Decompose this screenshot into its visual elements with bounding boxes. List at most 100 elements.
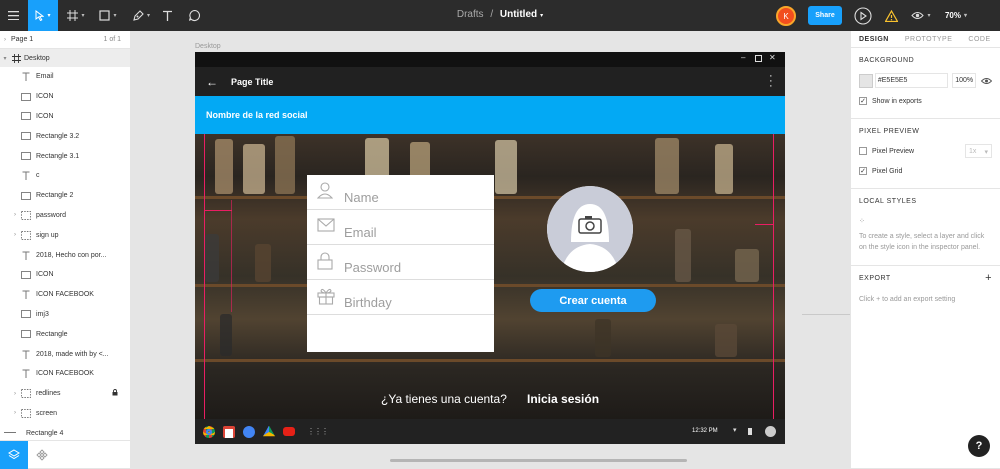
chevron-down-icon[interactable]: ▾ — [0, 55, 10, 62]
drive-icon[interactable] — [263, 425, 275, 437]
components-icon — [36, 449, 48, 461]
warning-button[interactable] — [883, 0, 899, 31]
chevron-right-icon[interactable]: › — [10, 410, 20, 416]
layer-row[interactable]: › screen — [10, 404, 130, 424]
pixel-preview-checkbox[interactable]: Pixel Preview 1x ▾ — [859, 143, 992, 159]
jar-decoration — [243, 144, 265, 194]
tab-design[interactable]: DESIGN — [851, 31, 897, 47]
layer-row[interactable]: c — [10, 166, 130, 186]
zoom-dropdown[interactable]: 70% ▾ — [940, 0, 972, 31]
lock-icon — [317, 252, 333, 270]
account-circle-icon[interactable] — [765, 426, 776, 437]
layer-row[interactable]: Email — [10, 67, 130, 87]
name-field[interactable]: Name — [307, 175, 494, 210]
layer-row[interactable]: 2018, made with by <... — [10, 344, 130, 364]
layer-row[interactable]: › password — [10, 206, 130, 226]
chrome-icon[interactable] — [203, 425, 215, 438]
app-launcher-icon[interactable]: ⋮⋮⋮ — [307, 427, 329, 436]
minimize-icon[interactable]: – — [741, 53, 745, 62]
layer-row[interactable]: › redlines — [10, 384, 130, 404]
present-button[interactable] — [852, 0, 874, 31]
tab-code[interactable]: CODE — [960, 31, 998, 47]
chevron-down-icon[interactable]: ▾ — [540, 13, 543, 19]
view-settings-button[interactable]: ▾ — [908, 0, 934, 31]
tab-prototype[interactable]: PROTOTYPE — [897, 31, 961, 47]
chevron-right-icon[interactable]: › — [10, 212, 20, 218]
color-swatch[interactable] — [859, 73, 873, 88]
login-link[interactable]: Inicia sesión — [527, 392, 599, 406]
create-account-button[interactable]: Crear cuenta — [530, 289, 656, 312]
layer-row[interactable]: ICON FACEBOOK — [10, 285, 130, 305]
desktop-frame[interactable]: – ✕ ← Page Title · · · Nombre de la red so… — [195, 52, 785, 444]
eye-icon[interactable] — [981, 77, 992, 85]
scale-value: 1x — [969, 148, 977, 155]
share-button[interactable]: Share — [808, 6, 842, 25]
birthday-field[interactable]: Birthday — [307, 280, 494, 315]
show-in-exports-checkbox[interactable]: ✓ Show in exports — [859, 93, 992, 109]
redline-guide — [231, 200, 232, 312]
close-icon[interactable]: ✕ — [769, 53, 776, 62]
lock-icon[interactable] — [112, 389, 118, 398]
user-avatar[interactable]: K — [776, 6, 796, 26]
layer-row[interactable]: ICON — [10, 107, 130, 127]
email-placeholder: Email — [344, 225, 377, 240]
file-title-area: Drafts / Untitled ▾ — [0, 9, 1000, 20]
layers-panel: › Page 1 1 of 1 ▾ Desktop Email ICON ICON R… — [0, 31, 131, 469]
chevron-right-icon[interactable]: › — [10, 232, 20, 238]
section-title: LOCAL STYLES — [859, 198, 917, 205]
email-field[interactable]: Email — [307, 210, 494, 245]
profile-photo-placeholder[interactable] — [547, 186, 633, 272]
add-export-icon[interactable]: + — [985, 273, 992, 284]
layer-frame-desktop[interactable]: ▾ Desktop — [0, 48, 130, 67]
layer-row[interactable]: imj3 — [10, 305, 130, 325]
group-icon — [20, 408, 32, 418]
rectangle-icon — [20, 152, 32, 161]
taskbar-clock: 12:32 PM — [692, 428, 718, 434]
youtube-icon[interactable] — [283, 427, 295, 436]
horizontal-scrollbar[interactable] — [390, 459, 687, 462]
chevron-down-icon: ▾ — [984, 149, 988, 156]
back-arrow-icon[interactable]: ← — [206, 75, 218, 89]
help-button[interactable]: ? — [968, 435, 990, 457]
section-title: EXPORT — [859, 275, 891, 282]
layer-row[interactable]: Rectangle 3.2 — [10, 126, 130, 146]
layer-label: ICON FACEBOOK — [36, 370, 94, 378]
breadcrumb-drafts[interactable]: Drafts — [457, 9, 484, 20]
layer-label: Email — [36, 73, 54, 81]
checkmark-icon: ✓ — [859, 167, 867, 175]
layer-row[interactable]: ICON — [10, 87, 130, 107]
frame-label[interactable]: Desktop — [195, 43, 221, 50]
layer-row[interactable]: Rectangle 2 — [10, 186, 130, 206]
pixel-grid-checkbox[interactable]: ✓ Pixel Grid — [859, 163, 992, 179]
google-plus-icon[interactable] — [243, 425, 255, 438]
question-icon: ? — [975, 440, 983, 452]
file-title[interactable]: Untitled — [500, 9, 537, 20]
rectangle-icon — [20, 310, 32, 319]
pixel-scale-select[interactable]: 1x ▾ — [965, 144, 992, 158]
layers-tab[interactable] — [0, 441, 28, 469]
layer-row[interactable]: Rectangle — [10, 324, 130, 344]
rectangle-icon — [20, 270, 32, 279]
bottle-decoration — [675, 229, 691, 282]
layer-row[interactable]: ICON — [10, 265, 130, 285]
opacity-input[interactable]: 100% — [952, 73, 977, 88]
more-vertical-icon[interactable]: · · · — [769, 71, 773, 92]
components-tab[interactable] — [28, 441, 56, 469]
gmail-icon[interactable] — [223, 425, 235, 438]
bottle-decoration — [205, 234, 219, 282]
layer-row[interactable]: Rectangle 3.1 — [10, 146, 130, 166]
layer-label: ICON — [36, 271, 54, 279]
page-selector[interactable]: › Page 1 1 of 1 — [0, 31, 130, 48]
layer-row[interactable]: 2018, Hecho con por... — [10, 245, 130, 265]
layer-label: redlines — [36, 390, 61, 398]
jar-decoration — [495, 140, 517, 194]
rectangle-icon — [20, 330, 32, 339]
hex-input[interactable]: #E5E5E5 — [874, 73, 949, 88]
layer-row[interactable]: › sign up — [10, 225, 130, 245]
layer-row[interactable]: ICON FACEBOOK — [10, 364, 130, 384]
styles-grid-icon: ⁘ — [859, 218, 865, 225]
maximize-icon[interactable] — [755, 55, 762, 62]
birthday-placeholder: Birthday — [344, 295, 392, 310]
password-field[interactable]: Password — [307, 245, 494, 280]
chevron-right-icon[interactable]: › — [10, 391, 20, 397]
